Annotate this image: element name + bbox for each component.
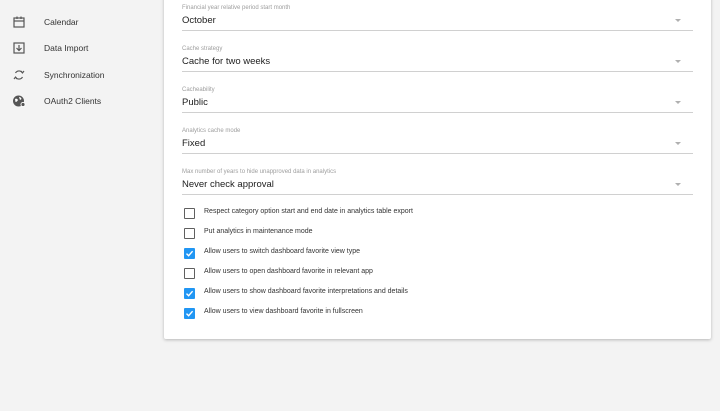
checkbox-checked-icon[interactable] bbox=[184, 288, 195, 299]
sync-icon bbox=[12, 68, 26, 82]
sidebar-item-label: Calendar bbox=[44, 17, 79, 27]
globe-settings-icon bbox=[12, 94, 26, 108]
checkbox-checked-icon[interactable] bbox=[184, 248, 195, 259]
checkbox-label: Put analytics in maintenance mode bbox=[204, 228, 313, 235]
checkbox-label: Allow users to view dashboard favorite i… bbox=[204, 308, 363, 315]
checkbox-checked-icon[interactable] bbox=[184, 308, 195, 319]
import-icon bbox=[12, 41, 26, 55]
checkbox-unchecked-icon[interactable] bbox=[184, 268, 195, 279]
field-underline bbox=[182, 71, 693, 72]
field-underline bbox=[182, 30, 693, 31]
checkbox-switch-favorite-view-type[interactable]: Allow users to switch dashboard favorite… bbox=[184, 246, 584, 260]
checkbox-view-favorite-fullscreen[interactable]: Allow users to view dashboard favorite i… bbox=[184, 306, 584, 320]
cache-strategy-select[interactable]: Cache strategy Cache for two weeks bbox=[182, 46, 693, 78]
sidebar-item-synchronization[interactable]: Synchronization bbox=[0, 63, 160, 87]
checkbox-label: Allow users to switch dashboard favorite… bbox=[204, 248, 361, 255]
checkbox-analytics-maintenance-mode[interactable]: Put analytics in maintenance mode bbox=[184, 226, 584, 240]
checkbox-open-favorite-in-app[interactable]: Allow users to open dashboard favorite i… bbox=[184, 266, 584, 280]
max-years-unapproved-select[interactable]: Max number of years to hide unapproved d… bbox=[182, 169, 693, 201]
checkbox-show-favorite-interpretations[interactable]: Allow users to show dashboard favorite i… bbox=[184, 286, 584, 300]
dropdown-arrow-icon[interactable] bbox=[675, 19, 681, 22]
sidebar-item-label: Synchronization bbox=[44, 70, 105, 80]
field-value: October bbox=[182, 15, 216, 26]
field-label: Cacheability bbox=[182, 87, 215, 93]
sidebar: Calendar Data Import Synchronization OAu… bbox=[0, 0, 160, 411]
dropdown-arrow-icon[interactable] bbox=[675, 142, 681, 145]
field-label: Analytics cache mode bbox=[182, 128, 241, 134]
cacheability-select[interactable]: Cacheability Public bbox=[182, 87, 693, 119]
settings-card: Financial year relative period start mon… bbox=[164, 0, 711, 339]
field-value: Public bbox=[182, 97, 208, 108]
dropdown-arrow-icon[interactable] bbox=[675, 60, 681, 63]
sidebar-item-label: Data Import bbox=[44, 43, 89, 53]
field-underline bbox=[182, 153, 693, 154]
field-label: Max number of years to hide unapproved d… bbox=[182, 169, 337, 175]
sidebar-item-calendar[interactable]: Calendar bbox=[0, 10, 160, 34]
field-value: Fixed bbox=[182, 138, 206, 149]
sidebar-item-label: OAuth2 Clients bbox=[44, 96, 102, 106]
checkbox-label: Allow users to open dashboard favorite i… bbox=[204, 268, 373, 275]
field-underline bbox=[182, 112, 693, 113]
sidebar-item-data-import[interactable]: Data Import bbox=[0, 36, 160, 60]
field-value: Never check approval bbox=[182, 179, 274, 190]
dropdown-arrow-icon[interactable] bbox=[675, 183, 681, 186]
sidebar-item-oauth2-clients[interactable]: OAuth2 Clients bbox=[0, 89, 160, 113]
field-underline bbox=[182, 194, 693, 195]
field-value: Cache for two weeks bbox=[182, 56, 271, 67]
dropdown-arrow-icon[interactable] bbox=[675, 101, 681, 104]
checkbox-label: Respect category option start and end da… bbox=[204, 208, 413, 215]
checkbox-respect-category-option-dates[interactable]: Respect category option start and end da… bbox=[184, 206, 584, 220]
checkbox-unchecked-icon[interactable] bbox=[184, 228, 195, 239]
calendar-icon bbox=[12, 15, 26, 29]
checkbox-label: Allow users to show dashboard favorite i… bbox=[204, 288, 408, 295]
field-label: Cache strategy bbox=[182, 46, 223, 52]
field-label: Financial year relative period start mon… bbox=[182, 5, 291, 11]
analytics-cache-mode-select[interactable]: Analytics cache mode Fixed bbox=[182, 128, 693, 160]
financial-year-start-select[interactable]: Financial year relative period start mon… bbox=[182, 5, 693, 37]
checkbox-unchecked-icon[interactable] bbox=[184, 208, 195, 219]
